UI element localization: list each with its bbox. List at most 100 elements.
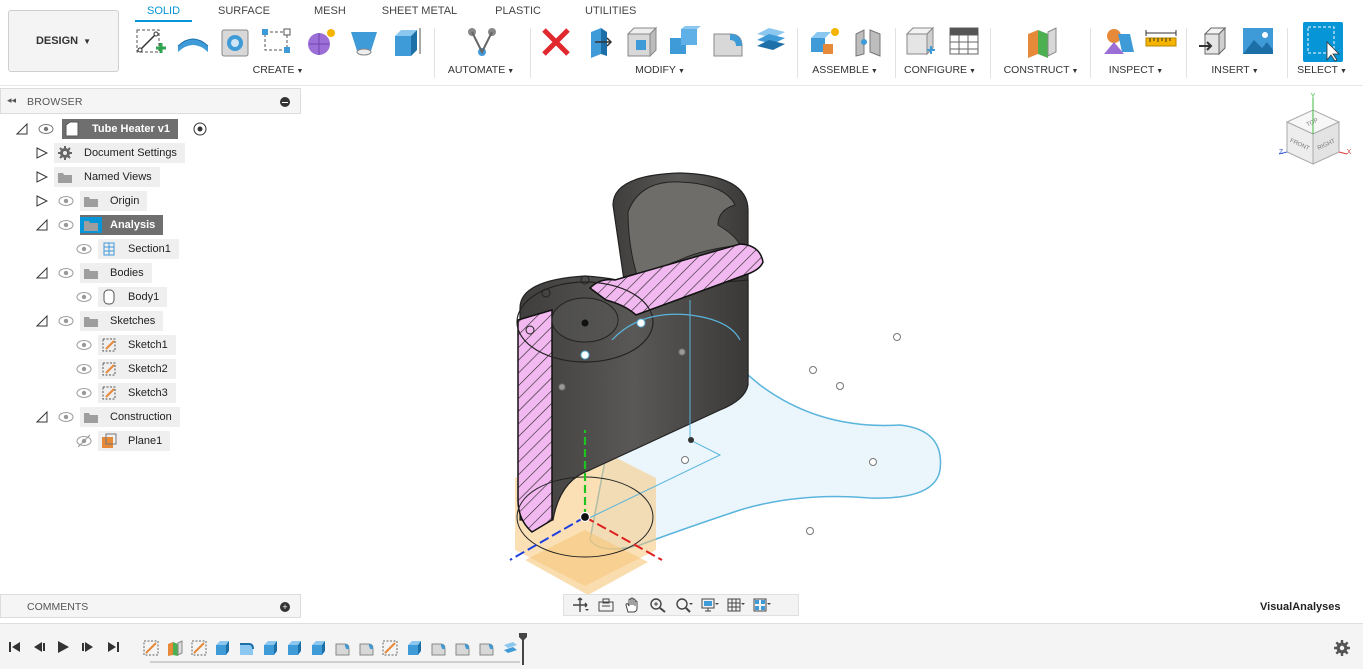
comments-panel[interactable]: COMMENTS + [0,594,301,618]
visibility-eye-icon[interactable] [76,386,92,400]
timeline-plane-icon[interactable] [166,639,184,657]
inspect-menu[interactable]: INSPECT ▼ [1109,64,1163,76]
hidden-eye-icon[interactable] [76,434,92,448]
configuration-table-icon[interactable] [946,24,982,60]
model-canvas[interactable] [293,86,1363,622]
timeline-fillet-icon[interactable] [429,639,447,657]
expanded-triangle-icon[interactable] [36,315,48,327]
browser-minimize-button[interactable] [280,97,290,107]
configure-menu[interactable]: CONFIGURE ▼ [904,64,976,76]
automate-icon[interactable] [464,24,500,60]
timeline-shell-icon[interactable] [501,639,519,657]
visibility-eye-icon[interactable] [76,242,92,256]
tab-surface[interactable]: SURFACE [206,0,282,22]
visibility-eye-icon[interactable] [58,314,74,328]
tab-plastic[interactable]: PLASTIC [483,0,553,22]
go-to-start-icon[interactable] [8,640,22,654]
insert-canvas-icon[interactable] [1240,24,1276,60]
workspace-switcher-button[interactable]: DESIGN ▼ [8,10,119,72]
expanded-triangle-icon[interactable] [36,411,48,423]
timeline-extrude-icon[interactable] [285,639,303,657]
display-settings-icon[interactable] [698,595,722,615]
timeline-fillet-icon[interactable] [477,639,495,657]
canvas-viewport[interactable] [293,86,1363,622]
timeline-marker[interactable] [519,633,527,665]
delete-icon[interactable] [538,24,574,60]
box-icon[interactable] [389,24,425,60]
expanded-triangle-icon[interactable] [36,219,48,231]
timeline-fillet-icon[interactable] [453,639,471,657]
collapse-panel-icon[interactable]: ◂◂ [7,95,16,106]
tree-node-plane1[interactable]: Plane1 [72,431,192,451]
go-to-end-icon[interactable] [106,640,120,654]
zoom-icon[interactable] [646,595,670,615]
combine-icon[interactable] [667,24,703,60]
fit-window-icon[interactable] [672,595,696,615]
measure-icon[interactable] [1143,24,1179,60]
pan-hand-icon[interactable] [620,595,644,615]
tree-node-origin[interactable]: Origin [36,191,156,211]
create-sketch-icon[interactable] [132,24,168,60]
visibility-eye-icon[interactable] [76,362,92,376]
viewcube[interactable]: TOP FRONT RIGHT Y Z X [1275,92,1355,172]
timeline-extrude-icon[interactable] [405,639,423,657]
joint-icon[interactable] [850,24,886,60]
select-button[interactable] [1303,22,1343,62]
tree-node-document-settings[interactable]: Document Settings [36,143,196,163]
fillet-icon[interactable] [624,24,660,60]
timeline-sketch-icon[interactable] [142,639,160,657]
visibility-eye-icon[interactable] [58,266,74,280]
viewports-icon[interactable] [750,595,774,615]
visibility-eye-icon[interactable] [76,290,92,304]
step-back-icon[interactable] [32,640,46,654]
new-component-icon[interactable] [807,24,843,60]
activate-radio-icon[interactable] [192,121,208,137]
orbit-icon[interactable] [568,595,592,615]
insert-derive-icon[interactable] [1197,24,1233,60]
automate-menu[interactable]: AUTOMATE ▼ [448,64,514,76]
timeline-extrude-icon[interactable] [309,639,327,657]
tree-node-named-views[interactable]: Named Views [36,167,176,187]
construct-menu[interactable]: CONSTRUCT ▼ [1004,64,1079,76]
tree-node-sketch3[interactable]: Sketch3 [72,383,192,403]
shell-icon[interactable] [753,24,789,60]
play-icon[interactable] [56,640,70,654]
collapsed-triangle-icon[interactable] [36,171,48,183]
extrude-icon[interactable] [175,24,211,60]
tree-node-sketches[interactable]: Sketches [36,311,176,331]
timeline-fillet-icon[interactable] [333,639,351,657]
rectangle-sketch-icon[interactable] [259,24,295,60]
tree-node-sketch1[interactable]: Sketch1 [72,335,192,355]
tree-node-root[interactable]: Tube Heater v1 [16,119,216,139]
collapsed-triangle-icon[interactable] [36,195,48,207]
configure-box-icon[interactable] [903,24,939,60]
timeline-fillet-icon[interactable] [237,639,255,657]
timeline-extrude-icon[interactable] [261,639,279,657]
tree-node-analysis[interactable]: Analysis [36,215,176,235]
tree-node-body1[interactable]: Body1 [72,287,192,307]
chamfer-icon[interactable] [710,24,746,60]
form-icon[interactable] [303,24,339,60]
tab-sheet-metal[interactable]: SHEET METAL [370,0,469,22]
expanded-triangle-icon[interactable] [36,267,48,279]
revolve-icon[interactable] [217,24,253,60]
look-at-icon[interactable] [594,595,618,615]
visibility-eye-icon[interactable] [38,122,54,136]
timeline-extrude-icon[interactable] [213,639,231,657]
expanded-triangle-icon[interactable] [16,123,28,135]
visibility-eye-icon[interactable] [58,410,74,424]
modify-menu[interactable]: MODIFY ▼ [635,64,685,76]
tab-mesh[interactable]: MESH [302,0,358,22]
visibility-eye-icon[interactable] [58,218,74,232]
collapsed-triangle-icon[interactable] [36,147,48,159]
add-comment-button[interactable]: + [280,602,290,612]
tab-utilities[interactable]: UTILITIES [573,0,648,22]
timeline-sketch-icon[interactable] [190,639,208,657]
insert-menu[interactable]: INSERT ▼ [1211,64,1258,76]
visibility-eye-icon[interactable] [58,194,74,208]
create-menu[interactable]: CREATE ▼ [253,64,304,76]
select-menu[interactable]: SELECT ▼ [1297,64,1347,76]
tree-node-bodies[interactable]: Bodies [36,263,166,283]
press-pull-icon[interactable] [581,24,617,60]
timeline-settings-gear-icon[interactable] [1333,639,1351,657]
